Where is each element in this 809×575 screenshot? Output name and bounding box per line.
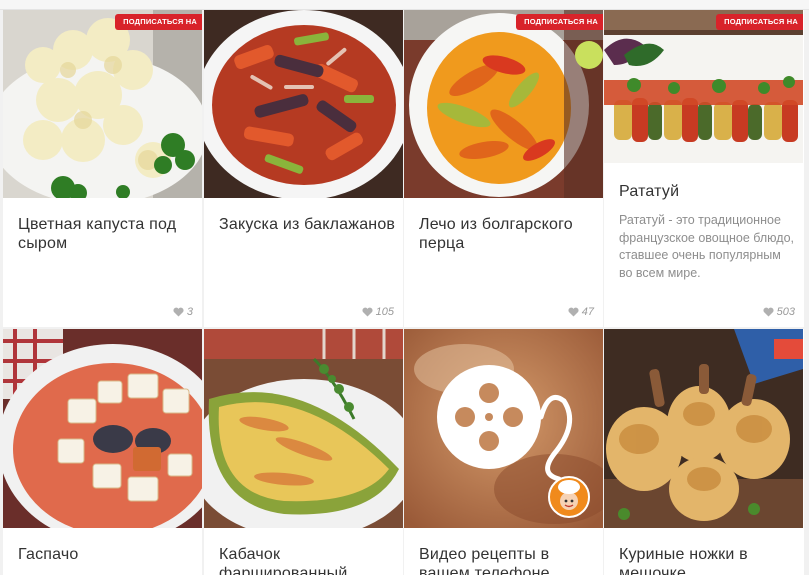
recipe-image-gazpacho [3,329,202,528]
recipe-image-ratatouille: ПОДПИСАТЬСЯ НА [604,10,803,163]
recipe-title[interactable]: Лечо из болгарского перца [419,215,597,253]
recipe-title[interactable]: Куриные ножки в мешочке [619,545,797,575]
recipe-card-cauliflower[interactable]: ПОДПИСАТЬСЯ НА Цветная капуста под сыром… [3,10,202,327]
heart-icon [568,307,579,317]
heart-icon [362,307,373,317]
recipe-title[interactable]: Рататуй [619,182,797,201]
promo-image-video [404,329,603,528]
subscribe-badge[interactable]: ПОДПИСАТЬСЯ НА [115,14,202,30]
likes-count: 503 [776,306,795,318]
heart-icon [173,307,184,317]
likes-count: 3 [186,306,193,318]
recipe-card-eggplant-appetizer[interactable]: Закуска из баклажанов 105 [204,10,403,327]
recipe-title[interactable]: Гаспачо [18,545,196,564]
heart-icon [763,307,774,317]
recipe-image-zucchini [204,329,403,528]
likes-counter[interactable]: 3 [173,306,193,318]
chef-logo-icon [548,476,590,518]
recipe-title[interactable]: Цветная капуста под сыром [18,215,196,253]
recipe-image-eggplant [204,10,403,198]
likes-counter[interactable]: 105 [362,306,394,318]
subscribe-badge[interactable]: ПОДПИСАТЬСЯ НА [516,14,603,30]
recipe-title[interactable]: Закуска из баклажанов [219,215,397,234]
recipe-card-gazpacho[interactable]: Гаспачо [3,329,202,575]
subscribe-badge[interactable]: ПОДПИСАТЬСЯ НА [716,14,803,30]
recipe-description: Рататуй - это традиционное французское о… [619,213,795,280]
likes-count: 47 [581,306,594,318]
likes-count: 105 [375,306,394,318]
recipe-title[interactable]: Кабачок фаршированный [219,545,397,575]
promo-card-video-recipes[interactable]: Видео рецепты в вашем телефоне [404,329,603,575]
recipe-card-lecho[interactable]: ПОДПИСАТЬСЯ НА Лечо из болгарского перца… [404,10,603,327]
likes-counter[interactable]: 503 [763,306,795,318]
browser-top-strip [0,0,809,10]
likes-counter[interactable]: 47 [568,306,594,318]
recipe-card-stuffed-zucchini[interactable]: Кабачок фаршированный [204,329,403,575]
promo-title[interactable]: Видео рецепты в вашем телефоне [419,545,597,575]
recipe-grid: ПОДПИСАТЬСЯ НА Цветная капуста под сыром… [3,10,809,575]
recipe-card-chicken-legs[interactable]: Куриные ножки в мешочке [604,329,804,575]
recipe-image-lecho: ПОДПИСАТЬСЯ НА [404,10,603,198]
recipe-image-cauliflower: ПОДПИСАТЬСЯ НА [3,10,202,198]
recipe-image-chicken [604,329,803,528]
recipe-card-ratatouille[interactable]: ПОДПИСАТЬСЯ НА Рататуй Рататуй - это тра… [604,10,804,327]
